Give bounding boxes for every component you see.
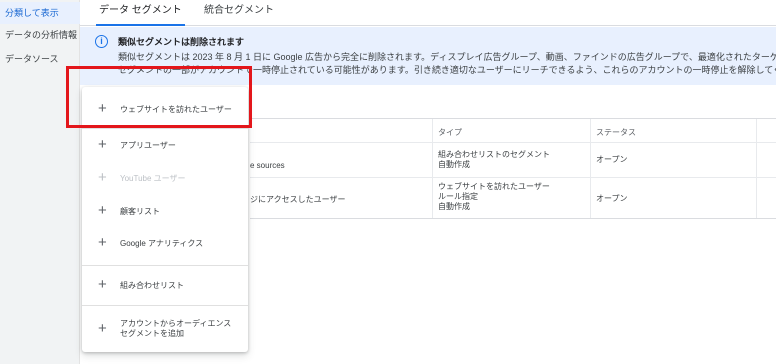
- sidebar: 分類して表示 データの分析情報 データソース: [0, 0, 80, 364]
- segment-type-line: 自動作成: [438, 202, 470, 211]
- table-row[interactable]: ジにアクセスしたユーザー ウェブサイトを訪れたユーザー ルール指定 自動作成 オ…: [250, 178, 776, 219]
- sidebar-item-segments-view[interactable]: 分類して表示: [0, 2, 80, 24]
- tab-combined-segments[interactable]: 統合セグメント: [204, 0, 274, 26]
- plus-icon: +: [98, 234, 107, 251]
- menu-divider: [82, 265, 248, 266]
- plus-icon: +: [98, 202, 107, 219]
- plus-icon: +: [98, 169, 107, 186]
- highlight-box: [66, 66, 252, 128]
- menu-item-label: アプリユーザー: [120, 141, 176, 150]
- banner-title: 類似セグメントは削除されます: [118, 37, 245, 47]
- segment-type-line: 組み合わせリストのセグメント: [438, 150, 550, 159]
- column-header-status[interactable]: ステータス: [596, 127, 636, 138]
- tab-bar: データ セグメント 統合セグメント: [80, 0, 776, 26]
- menu-item-customer-list[interactable]: + 顧客リスト: [82, 196, 248, 226]
- banner-line-1: 類似セグメントは 2023 年 8 月 1 日に Google 広告から完全に削…: [118, 52, 776, 62]
- segments-table: タイプ ステータス e sources 組み合わせリストのセグメント 自動作成 …: [250, 118, 776, 219]
- menu-item-label: アカウントからオーディエンス セグメントを追加: [120, 319, 232, 338]
- plus-icon: +: [98, 136, 107, 153]
- menu-item-combined-list[interactable]: + 組み合わせリスト: [82, 270, 248, 300]
- plus-icon: +: [98, 320, 107, 337]
- table-row[interactable]: e sources 組み合わせリストのセグメント 自動作成 オープン: [250, 143, 776, 178]
- tab-data-segments[interactable]: データ セグメント: [96, 0, 185, 26]
- column-header-type[interactable]: タイプ: [438, 127, 462, 138]
- menu-item-label: Google アナリティクス: [120, 239, 204, 248]
- menu-item-youtube-users: + YouTube ユーザー: [82, 163, 248, 193]
- plus-icon: +: [98, 276, 107, 293]
- segment-type-line: ウェブサイトを訪れたユーザー: [438, 182, 550, 191]
- segment-name[interactable]: ジにアクセスしたユーザー: [250, 195, 345, 205]
- segment-name[interactable]: e sources: [250, 161, 285, 171]
- segment-type-line: 自動作成: [438, 160, 470, 169]
- table-header-row: タイプ ステータス: [250, 119, 776, 143]
- segment-status: オープン: [596, 155, 628, 164]
- column-divider: [756, 119, 757, 218]
- column-divider: [432, 119, 433, 218]
- segment-type-line: ルール指定: [438, 192, 478, 201]
- segment-type: ウェブサイトを訪れたユーザー ルール指定 自動作成: [438, 182, 550, 212]
- menu-divider: [82, 305, 248, 306]
- app-root: 分類して表示 データの分析情報 データソース データ セグメント 統合セグメント…: [0, 0, 776, 364]
- menu-item-label: 組み合わせリスト: [120, 281, 184, 290]
- sidebar-item-data-insights[interactable]: データの分析情報: [0, 24, 80, 46]
- menu-divider: [82, 128, 248, 129]
- segment-status: オープン: [596, 194, 628, 203]
- menu-item-label: 顧客リスト: [120, 207, 160, 216]
- segment-type: 組み合わせリストのセグメント 自動作成: [438, 150, 550, 170]
- column-divider: [590, 119, 591, 218]
- menu-item-google-analytics[interactable]: + Google アナリティクス: [82, 228, 248, 258]
- info-icon: i: [95, 35, 108, 48]
- menu-item-label: YouTube ユーザー: [120, 174, 186, 183]
- menu-item-app-users[interactable]: + アプリユーザー: [82, 130, 248, 160]
- menu-item-add-audience-from-account[interactable]: + アカウントからオーディエンス セグメントを追加: [82, 314, 248, 344]
